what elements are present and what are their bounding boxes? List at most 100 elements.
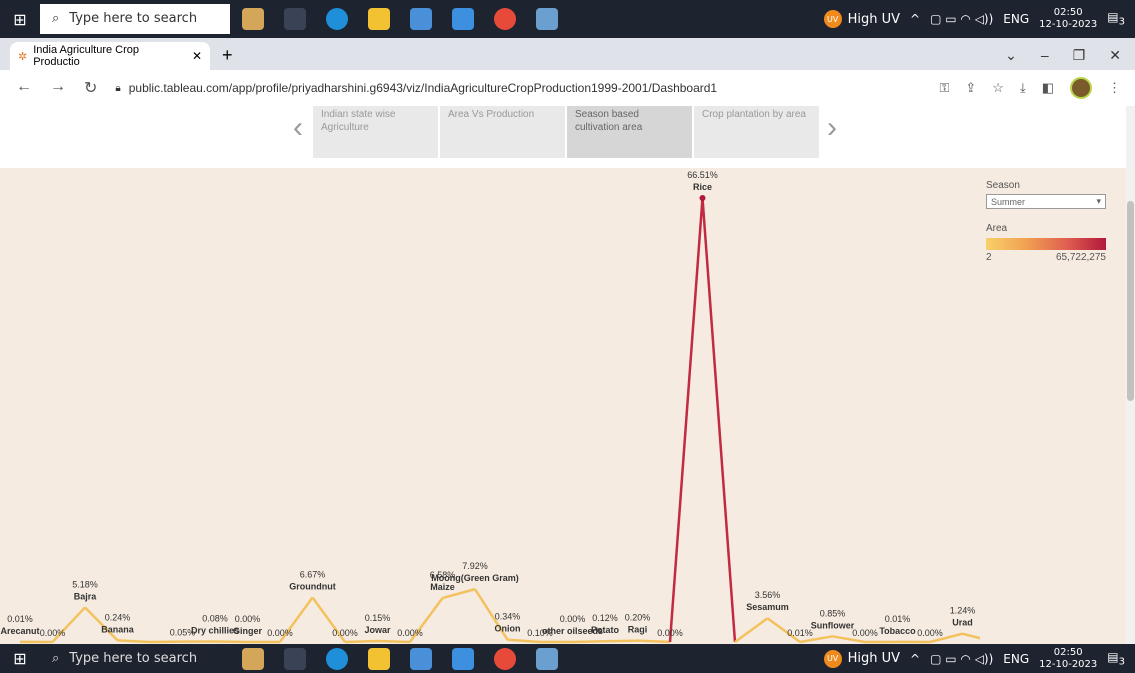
browser-tab[interactable]: ✲ India Agriculture Crop Productio ✕ <box>10 42 210 70</box>
data-label: 3.56% <box>755 590 781 600</box>
edge-icon[interactable] <box>326 8 348 30</box>
clock[interactable]: 02:50 12-10-2023 <box>1039 7 1097 31</box>
chevron-down-icon: ▾ <box>1096 196 1101 206</box>
line-segment <box>734 617 769 644</box>
clock-date: 12-10-2023 <box>1039 658 1098 670</box>
story-point-label: Area Vs Production <box>448 109 535 120</box>
reload-icon[interactable]: ↻ <box>84 78 97 98</box>
crop-label: Dry chillies <box>191 625 239 635</box>
windows-start-icon[interactable]: ⊞ <box>0 0 40 38</box>
download-icon[interactable]: ⤓ <box>1020 80 1026 96</box>
file-explorer-icon[interactable] <box>368 647 390 670</box>
page-scrollbar[interactable] <box>1126 106 1135 644</box>
address-bar-row: ← → ↻ 🔒︎ public.tableau.com/app/profile/… <box>0 70 1135 107</box>
data-point[interactable] <box>699 195 706 201</box>
story-point-1[interactable]: Indian state wise Agriculture <box>313 106 438 158</box>
data-label: 0.01% <box>885 614 911 624</box>
key-icon[interactable]: ⚿ <box>939 80 949 96</box>
data-label: 0.20% <box>625 613 651 623</box>
file-explorer-icon[interactable] <box>368 8 390 30</box>
crop-label: Ragi <box>628 625 648 635</box>
page-viewport: ‹ Indian state wise Agriculture Area Vs … <box>0 106 1126 644</box>
bookmark-star-icon[interactable]: ☆ <box>992 80 1004 96</box>
story-prev-icon[interactable]: ‹ <box>285 106 311 150</box>
scrollbar-thumb[interactable] <box>1127 201 1134 401</box>
taskbar-search[interactable]: ⌕ Type here to search <box>40 3 230 35</box>
tab-title: India Agriculture Crop Productio <box>33 44 139 68</box>
forward-icon[interactable]: → <box>50 78 66 98</box>
windows-start-icon[interactable]: ⊞ <box>0 644 40 673</box>
share-icon[interactable]: ⇪ <box>965 80 976 96</box>
weather-status[interactable]: UV High UV <box>823 10 901 28</box>
chrome-icon[interactable] <box>494 647 516 670</box>
data-label: 5.18% <box>72 579 98 589</box>
notification-count: 3 <box>1118 16 1125 28</box>
taskbar-apps <box>242 8 558 30</box>
uv-icon: UV <box>823 649 842 668</box>
snipping-tool-icon[interactable] <box>536 8 558 30</box>
task-view-icon[interactable] <box>284 647 306 670</box>
edge-icon[interactable] <box>326 647 348 670</box>
weather-text: High UV <box>847 11 901 27</box>
color-legend-gradient <box>986 238 1106 250</box>
url-field[interactable]: 🔒︎ public.tableau.com/app/profile/priyad… <box>115 81 939 95</box>
data-label: 0.01% <box>7 614 33 624</box>
data-label: 0.00% <box>235 614 261 624</box>
new-tab-button[interactable]: + <box>222 45 233 66</box>
tab-search-icon[interactable]: ⌄ <box>1005 47 1017 64</box>
notification-icon[interactable]: ▤3 <box>1107 10 1125 27</box>
data-label: 0.00% <box>657 628 683 638</box>
extension-icon[interactable] <box>1070 77 1092 99</box>
data-label: 0.15% <box>365 613 391 623</box>
language-indicator[interactable]: ENG <box>1003 652 1029 666</box>
tab-close-icon[interactable]: ✕ <box>192 49 202 63</box>
crop-label: Sunflower <box>811 620 855 630</box>
maximize-icon[interactable]: ❐ <box>1073 47 1086 64</box>
mail-icon[interactable] <box>452 8 474 30</box>
menu-icon[interactable]: ⋮ <box>1108 80 1121 96</box>
tray-chevron-icon[interactable]: ^ <box>910 12 920 26</box>
crop-label: Bajra <box>74 591 98 601</box>
side-panel-icon[interactable]: ◧ <box>1042 80 1054 96</box>
search-icon: ⌕ <box>52 651 60 666</box>
data-label: 0.12% <box>592 613 618 623</box>
browser-tab-strip: ✲ India Agriculture Crop Productio ✕ + ⌄… <box>0 38 1135 70</box>
weather-widget-icon[interactable] <box>242 647 264 670</box>
line-segment <box>604 639 638 643</box>
clock[interactable]: 02:50 12-10-2023 <box>1039 647 1097 671</box>
minimize-icon[interactable]: – <box>1041 47 1049 64</box>
story-next-icon[interactable]: › <box>819 106 845 150</box>
language-indicator[interactable]: ENG <box>1003 12 1029 26</box>
mail-icon[interactable] <box>452 647 474 670</box>
story-point-3[interactable]: Season based cultivation area <box>567 106 692 158</box>
line-segment <box>507 638 541 644</box>
store-icon[interactable] <box>410 647 432 670</box>
window-controls: ⌄ – ❐ ✕ <box>1005 47 1121 64</box>
taskbar-bottom: ⊞ ⌕ Type here to search UV High UV ^ ▢ ▭ … <box>0 644 1135 673</box>
weather-status[interactable]: UV High UV <box>823 649 901 668</box>
notification-icon[interactable]: ▤3 <box>1107 650 1125 667</box>
back-icon[interactable]: ← <box>16 78 32 98</box>
story-point-2[interactable]: Area Vs Production <box>440 106 565 158</box>
weather-text: High UV <box>847 651 901 666</box>
weather-widget-icon[interactable] <box>242 8 264 30</box>
store-icon[interactable] <box>410 8 432 30</box>
tray-chevron-icon[interactable]: ^ <box>910 652 920 666</box>
lock-icon[interactable]: 🔒︎ <box>115 83 120 94</box>
crop-label: Sesamum <box>746 602 789 612</box>
close-window-icon[interactable]: ✕ <box>1109 47 1121 64</box>
area-line-chart: 0.01%Arecanut 0.00%5.18%Bajra0.24%Banana 0… <box>0 170 1005 644</box>
season-filter-dropdown[interactable]: Summer ▾ <box>986 194 1106 209</box>
task-view-icon[interactable] <box>284 8 306 30</box>
snipping-tool-icon[interactable] <box>536 647 558 670</box>
tray-icons[interactable]: ▢ ▭ ◠ ◁)) <box>930 12 993 26</box>
chrome-icon[interactable] <box>494 8 516 30</box>
tray-icons[interactable]: ▢ ▭ ◠ ◁)) <box>930 652 993 666</box>
taskbar-search[interactable]: ⌕ Type here to search <box>40 647 230 670</box>
data-label: 0.01% <box>787 628 813 638</box>
story-point-4[interactable]: Crop plantation by area <box>694 106 819 158</box>
crop-label: Arecanut <box>0 626 39 636</box>
data-label: 6.67% <box>300 569 326 579</box>
data-label: 7.92% <box>462 561 488 571</box>
data-label: 0.00% <box>917 628 943 638</box>
